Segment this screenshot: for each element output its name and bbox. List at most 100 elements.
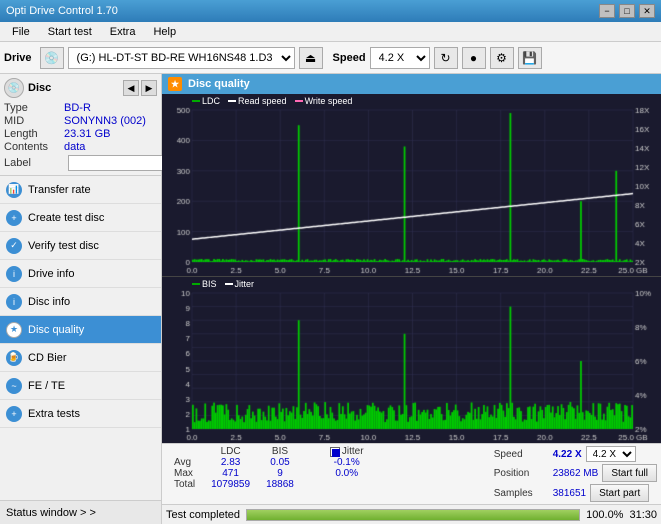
bis-legend-bis-label: BIS — [202, 279, 217, 289]
transfer-rate-label: Transfer rate — [28, 184, 91, 196]
content-area: ★ Disc quality LDC Read speed — [162, 74, 661, 524]
save-button[interactable]: 💾 — [518, 47, 542, 69]
ldc-legend-ldc: LDC — [192, 96, 220, 106]
charts-area: LDC Read speed Write speed — [162, 94, 661, 443]
disc-info-icon: i — [6, 294, 22, 310]
position-row: Position 23862 MB Start full — [494, 464, 657, 482]
sidebar-item-verify-test-disc[interactable]: ✓ Verify test disc — [0, 232, 161, 260]
speed-stat-val: 4.22 X — [553, 449, 582, 460]
drive-info-icon: i — [6, 266, 22, 282]
speed-stat-selector[interactable]: 4.2 X — [586, 446, 636, 462]
total-bis: 18868 — [258, 479, 302, 490]
sidebar: 💿 Disc ◀ ▶ Type BD-R MID SONYNN3 (002) L… — [0, 74, 162, 524]
menu-help[interactable]: Help — [145, 24, 184, 40]
disc-quality-icon: ★ — [6, 322, 22, 338]
sidebar-item-disc-quality[interactable]: ★ Disc quality — [0, 316, 161, 344]
ldc-chart: LDC Read speed Write speed — [162, 94, 661, 277]
menu-extra[interactable]: Extra — [102, 24, 144, 40]
speed-stat-label: Speed — [494, 449, 549, 460]
settings-button[interactable]: ⚙ — [490, 47, 514, 69]
minimize-button[interactable]: − — [599, 4, 615, 18]
contents-key: Contents — [4, 141, 64, 153]
samples-val: 381651 — [553, 488, 586, 499]
samples-label: Samples — [494, 488, 549, 499]
disc-quality-label: Disc quality — [28, 324, 84, 336]
drive-selector[interactable]: (G:) HL-DT-ST BD-RE WH16NS48 1.D3 — [68, 47, 295, 69]
titlebar: Opti Drive Control 1.70 − □ ✕ — [0, 0, 661, 22]
bottom-bar: Test completed 100.0% 31:30 — [162, 504, 661, 524]
max-ldc: 471 — [203, 468, 258, 479]
progress-percent: 100.0% — [586, 509, 623, 521]
bis-legend: BIS Jitter — [192, 279, 254, 289]
fe-te-label: FE / TE — [28, 380, 65, 392]
disc-info-label: Disc info — [28, 296, 70, 308]
jitter-label: Jitter — [342, 446, 364, 457]
disc-button[interactable]: ● — [462, 47, 486, 69]
sidebar-item-extra-tests[interactable]: + Extra tests — [0, 400, 161, 428]
sidebar-item-transfer-rate[interactable]: 📊 Transfer rate — [0, 176, 161, 204]
total-label: Total — [166, 479, 203, 490]
start-full-button[interactable]: Start full — [602, 464, 657, 482]
maximize-button[interactable]: □ — [619, 4, 635, 18]
disc-title: Disc — [28, 82, 51, 94]
ldc-legend-writespeed-dot — [295, 100, 303, 102]
disc-icon: 💿 — [4, 78, 24, 98]
status-window-label: Status window > > — [6, 507, 96, 519]
sidebar-item-disc-info[interactable]: i Disc info — [0, 288, 161, 316]
avg-label: Avg — [166, 457, 203, 468]
progress-text: Test completed — [166, 509, 240, 521]
refresh-button[interactable]: ↻ — [434, 47, 458, 69]
create-test-disc-icon: + — [6, 210, 22, 226]
ldc-legend-readspeed: Read speed — [228, 96, 287, 106]
ldc-legend-ldc-label: LDC — [202, 96, 220, 106]
mid-key: MID — [4, 115, 64, 127]
contents-val: data — [64, 141, 157, 153]
sidebar-item-fe-te[interactable]: ~ FE / TE — [0, 372, 161, 400]
jitter-checkbox[interactable] — [330, 447, 340, 457]
menu-file[interactable]: File — [4, 24, 38, 40]
drive-icon-button[interactable]: 💿 — [40, 47, 64, 69]
type-key: Type — [4, 102, 64, 114]
stats-jitter-header: Jitter — [322, 446, 372, 457]
total-ldc: 1079859 — [203, 479, 258, 490]
extra-tests-icon: + — [6, 406, 22, 422]
cd-bier-label: CD Bier — [28, 352, 67, 364]
progress-time: 31:30 — [629, 509, 657, 521]
disc-info-table: Type BD-R MID SONYNN3 (002) Length 23.31… — [4, 102, 157, 171]
disc-quality-icon-header: ★ — [168, 77, 182, 91]
extra-tests-label: Extra tests — [28, 408, 80, 420]
disc-prev-button[interactable]: ◀ — [123, 80, 139, 96]
stats-bis-header: BIS — [258, 446, 302, 457]
ldc-legend-readspeed-dot — [228, 100, 236, 102]
transfer-rate-icon: 📊 — [6, 182, 22, 198]
disc-quality-header: ★ Disc quality — [162, 74, 661, 94]
sidebar-item-create-test-disc[interactable]: + Create test disc — [0, 204, 161, 232]
menu-start-test[interactable]: Start test — [40, 24, 100, 40]
create-test-disc-label: Create test disc — [28, 212, 104, 224]
start-part-button[interactable]: Start part — [590, 484, 649, 502]
disc-next-button[interactable]: ▶ — [141, 80, 157, 96]
drive-label: Drive — [4, 52, 32, 64]
disc-panel: 💿 Disc ◀ ▶ Type BD-R MID SONYNN3 (002) L… — [0, 74, 161, 176]
bis-chart: BIS Jitter — [162, 277, 661, 443]
ldc-legend-readspeed-label: Read speed — [238, 96, 287, 106]
length-val: 23.31 GB — [64, 128, 157, 140]
stats-table: LDC BIS Jitter Avg 2.83 0.05 -0.1 — [166, 446, 372, 490]
sidebar-item-cd-bier[interactable]: 🍺 CD Bier — [0, 344, 161, 372]
close-button[interactable]: ✕ — [639, 4, 655, 18]
max-jitter: 0.0% — [322, 468, 372, 479]
eject-button[interactable]: ⏏ — [299, 47, 323, 69]
sidebar-item-drive-info[interactable]: i Drive info — [0, 260, 161, 288]
disc-header: 💿 Disc ◀ ▶ — [4, 78, 157, 98]
disc-quality-title: Disc quality — [188, 78, 250, 90]
bis-legend-jitter-dot — [225, 283, 233, 285]
status-window-button[interactable]: Status window > > — [0, 500, 161, 524]
speed-selector[interactable]: 4.2 X — [370, 47, 430, 69]
bis-legend-bis-dot — [192, 283, 200, 285]
position-label: Position — [494, 468, 549, 479]
window-controls: − □ ✕ — [599, 4, 655, 18]
verify-test-disc-label: Verify test disc — [28, 240, 99, 252]
menubar: File Start test Extra Help — [0, 22, 661, 42]
main-layout: 💿 Disc ◀ ▶ Type BD-R MID SONYNN3 (002) L… — [0, 74, 661, 524]
mid-val: SONYNN3 (002) — [64, 115, 157, 127]
